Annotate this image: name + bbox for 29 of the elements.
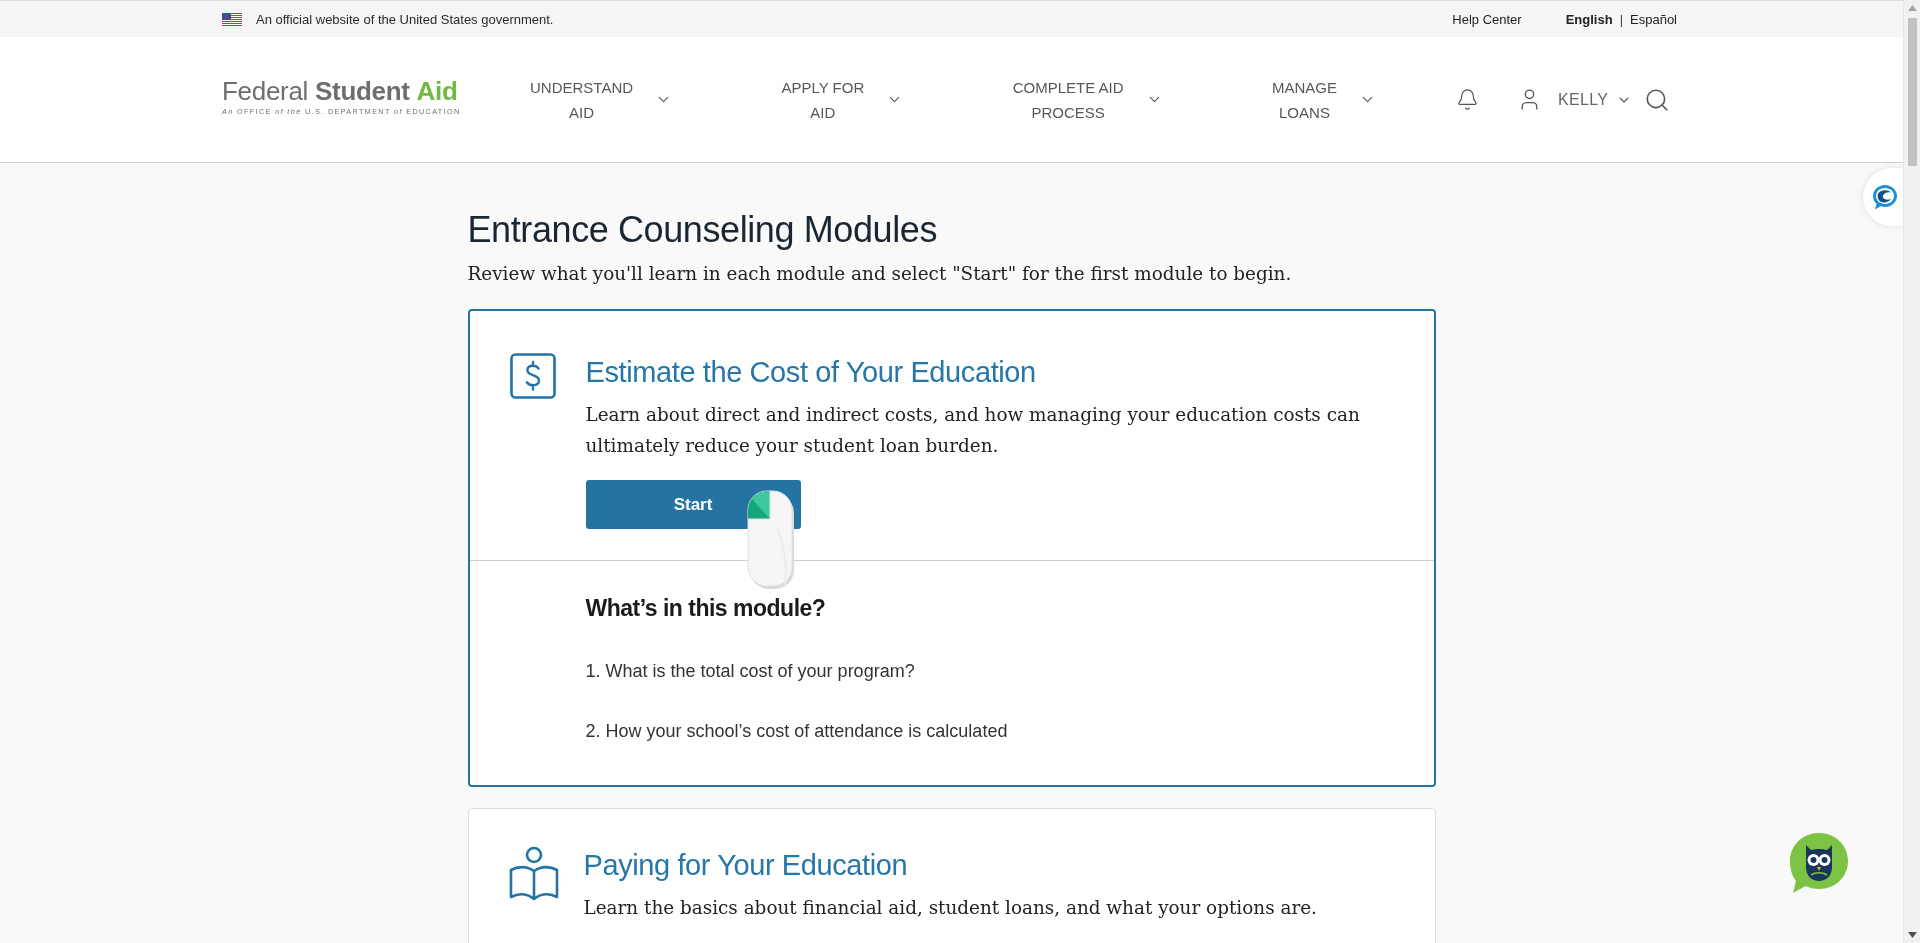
language-link[interactable]: English — [1565, 11, 1613, 27]
page-title: Entrance Counseling Modules — [467, 209, 938, 251]
module-description: Learn about direct and indirect costs, and how managing your education costs can ultimately reduce your student loan burden. — [585, 403, 1361, 458]
scrollbar-thumb[interactable] — [1907, 18, 1917, 166]
module-title: Paying for Your Education — [583, 848, 908, 883]
dollar-sign-icon — [509, 353, 556, 399]
notification-bell-icon[interactable] — [1456, 88, 1479, 111]
user-menu-button[interactable]: KELLY — [1517, 87, 1633, 112]
module-topic: 1. What is the total cost of your program? — [585, 660, 916, 683]
gov-banner-text: An official website of the United States government. — [256, 11, 554, 27]
module-topic: 2. How your school’s cost of attendance is calculated — [585, 720, 1009, 743]
owl-chat-icon[interactable] — [1787, 831, 1850, 895]
nav-menu-button[interactable]: APPLY FOR AID — [781, 74, 904, 125]
chat-tab-button[interactable] — [1863, 168, 1903, 226]
scroll-down-arrow-icon[interactable] — [1907, 932, 1917, 938]
person-reading-book-icon — [507, 846, 560, 902]
module-description: Learn the basics about financial aid, student loans, and what your options are. — [583, 896, 1317, 920]
help-center-link[interactable]: Help Center — [1452, 11, 1522, 27]
logo-wordmark[interactable]: Federal Student Aid — [222, 75, 464, 106]
language-separator: | — [1619, 11, 1623, 27]
module-title: Estimate the Cost of Your Education — [585, 355, 1036, 390]
chat-bubble-icon — [1871, 183, 1899, 211]
nav-menu-button[interactable]: UNDERSTAND AID — [530, 74, 673, 125]
us-flag-icon — [222, 12, 242, 26]
nav-menu-button[interactable]: MANAGE LOANS — [1271, 74, 1376, 125]
module-contents-heading: What’s in this module? — [585, 594, 827, 623]
nav-menu-button[interactable]: COMPLETE AID PROCESS — [1012, 74, 1163, 125]
page-intro: Review what you'll learn in each module and select "Start" for the first module to begin. — [467, 262, 1293, 286]
language-link[interactable]: Español — [1630, 11, 1677, 27]
